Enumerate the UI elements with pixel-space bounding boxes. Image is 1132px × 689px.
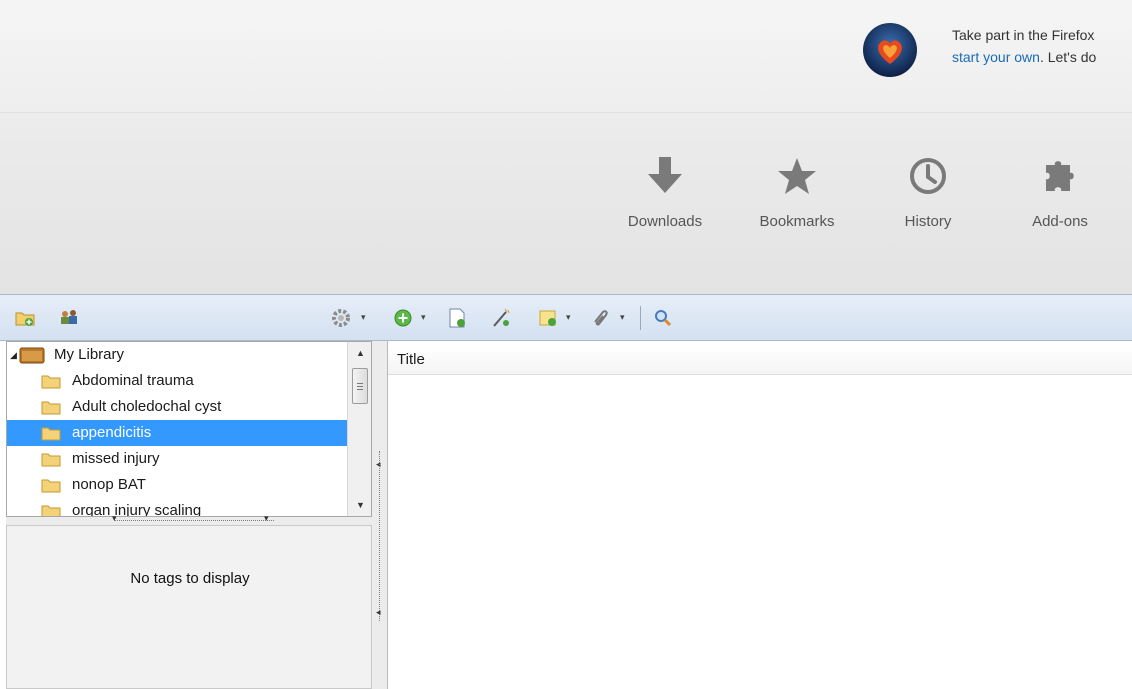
thumb-grip-line <box>357 389 363 390</box>
bookmarks-button[interactable]: Bookmarks <box>747 157 847 247</box>
new-note-icon[interactable] <box>537 307 559 329</box>
collection-label: appendicitis <box>72 424 152 441</box>
downloads-button[interactable]: Downloads <box>615 157 715 247</box>
collection-label: Adult choledochal cyst <box>72 398 222 415</box>
splitter-down-arrow-icon[interactable]: ▾ <box>112 513 117 524</box>
scroll-down-arrow-icon[interactable]: ▼ <box>356 500 365 510</box>
collection-label: My Library <box>54 346 125 363</box>
downloads-label: Downloads <box>627 213 703 230</box>
toolbar-separator <box>640 306 641 330</box>
collections-tags-splitter[interactable]: ▾ ▾ <box>6 513 372 525</box>
addons-button[interactable]: Add-ons <box>1010 157 1110 247</box>
splitter-down-arrow-icon[interactable]: ▾ <box>264 513 269 524</box>
new-collection-icon[interactable] <box>14 307 36 329</box>
snippet-text: Take part in the Firefox start your own.… <box>952 24 1096 68</box>
actions-dropdown-arrow[interactable]: ▾ <box>361 312 366 323</box>
collapse-arrow-icon[interactable]: ◢ <box>10 342 17 368</box>
snippet-line-2: start your own. Let's do <box>952 46 1096 68</box>
download-arrow-icon <box>648 157 682 193</box>
new-group-icon[interactable] <box>58 307 80 329</box>
folder-icon <box>41 401 61 415</box>
no-tags-message: No tags to display <box>130 570 250 587</box>
new-item-dropdown-arrow[interactable]: ▾ <box>421 312 426 323</box>
folder-icon <box>41 375 61 389</box>
column-header-title[interactable]: Title <box>388 345 1132 375</box>
new-note-wand-icon[interactable] <box>490 307 512 329</box>
thumb-grip-line <box>357 386 363 387</box>
collection-label: Abdominal trauma <box>72 372 194 389</box>
zotero-toolbar: ▾ ▾ ▾ ▾ <box>0 294 1132 341</box>
snippet-line-2-rest: . Let's do <box>1039 49 1097 65</box>
snippet-line-1: Take part in the Firefox <box>952 27 1095 43</box>
star-icon <box>778 158 816 194</box>
search-magnifier-icon[interactable] <box>652 307 674 329</box>
snippet-link[interactable]: start your own <box>952 49 1040 65</box>
pane-splitter[interactable]: ◂ ◂ <box>372 341 387 689</box>
folder-icon <box>41 453 61 467</box>
firefox-heart-logo <box>863 23 917 77</box>
collection-row-selected[interactable]: appendicitis <box>7 420 347 446</box>
collection-label: organ injury scaling <box>72 502 202 517</box>
collections-tree[interactable]: ◢ My Library Abdominal trauma Adult chol… <box>6 341 372 517</box>
history-button[interactable]: History <box>878 157 978 247</box>
thumb-grip-line <box>357 383 363 384</box>
folder-icon <box>41 479 61 493</box>
collection-row[interactable]: Adult choledochal cyst <box>7 394 347 420</box>
collection-label: nonop BAT <box>72 476 146 493</box>
puzzle-piece-icon <box>1046 161 1074 191</box>
collection-row[interactable]: organ injury scaling <box>7 498 347 517</box>
scrollbar-thumb[interactable] <box>352 368 368 404</box>
folder-icon <box>41 427 61 441</box>
about-home-snippet: Take part in the Firefox start your own.… <box>0 0 1132 112</box>
addons-label: Add-ons <box>1032 213 1088 230</box>
collection-label: missed injury <box>72 450 160 467</box>
splitter-grip <box>379 451 380 621</box>
add-item-by-identifier-icon[interactable] <box>446 307 468 329</box>
history-label: History <box>904 213 952 230</box>
splitter-left-arrow-icon[interactable]: ◂ <box>376 607 381 618</box>
library-folder-icon <box>19 347 45 364</box>
collections-scrollbar[interactable]: ▲ ▼ <box>347 342 371 516</box>
new-item-icon[interactable] <box>392 307 414 329</box>
new-note-dropdown-arrow[interactable]: ▾ <box>566 312 571 323</box>
collection-row[interactable]: Abdominal trauma <box>7 368 347 394</box>
items-pane[interactable]: Title <box>387 341 1132 689</box>
collection-row[interactable]: missed injury <box>7 446 347 472</box>
actions-gear-icon[interactable] <box>330 307 352 329</box>
folder-icon <box>41 505 61 516</box>
bookmarks-label: Bookmarks <box>759 213 835 230</box>
clock-icon <box>910 158 946 194</box>
attachment-dropdown-arrow[interactable]: ▾ <box>620 312 625 323</box>
collection-row[interactable]: nonop BAT <box>7 472 347 498</box>
launcher-bar: Downloads Bookmarks History Add-ons <box>0 112 1132 294</box>
splitter-grip <box>114 520 274 521</box>
paperclip-attachment-icon[interactable] <box>590 307 612 329</box>
collection-row-my-library[interactable]: ◢ My Library <box>7 342 347 368</box>
scroll-up-arrow-icon[interactable]: ▲ <box>356 348 365 358</box>
tag-selector: No tags to display <box>6 525 372 689</box>
